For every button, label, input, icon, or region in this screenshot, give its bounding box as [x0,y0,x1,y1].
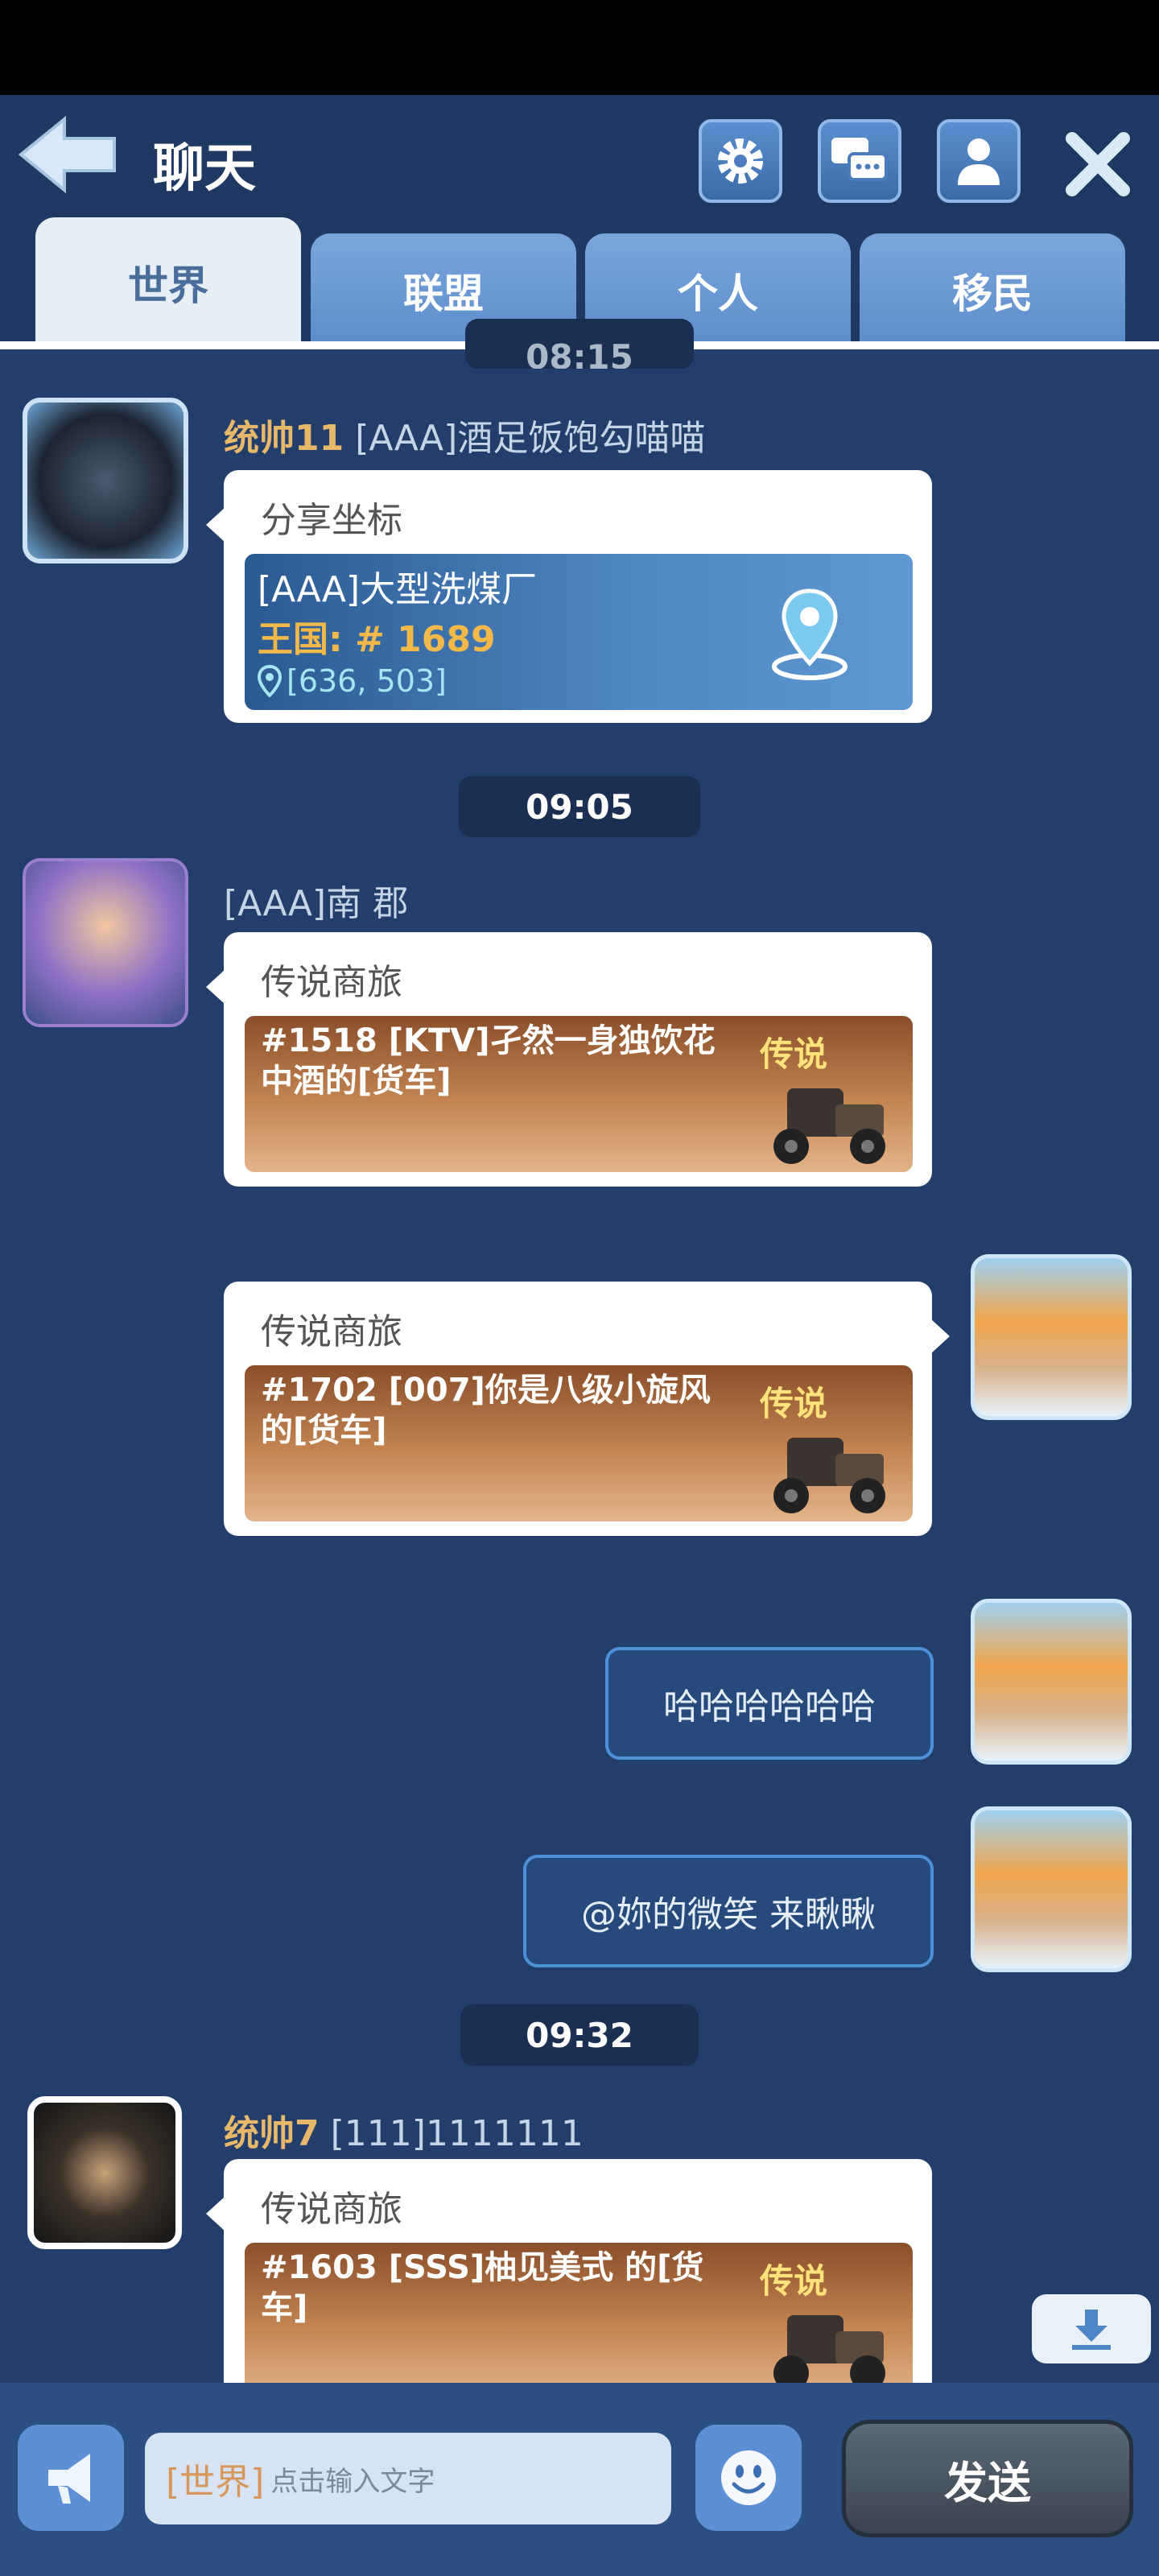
coords-line: [636, 503] [258,663,447,699]
message-input[interactable]: [世界] 点击输入文字 [145,2433,671,2524]
chat-header: 聊天 世界 联盟 个人 移民 [0,95,1159,348]
legend-badge: 传说 [760,1384,828,1423]
avatar[interactable] [971,1806,1132,1972]
channel-prefix: [世界] [166,2462,265,2503]
avatar[interactable] [971,1599,1132,1765]
timestamp-partial: 08:15 [465,319,694,369]
kingdom-line: 王国: # 1689 [258,619,496,660]
close-icon[interactable] [1061,127,1135,201]
page-title: 聊天 [153,139,256,199]
card-title: 传说商旅 [261,962,402,1003]
status-bar [0,0,1159,95]
caravan-card[interactable]: 传说商旅 #1603 [SSS]柚见美式 的[货车] 传说 [206,2159,932,2401]
tab-migration[interactable]: 移民 [860,233,1125,348]
card-title: 传说商旅 [261,1311,402,1352]
card-title: 传说商旅 [261,2189,402,2230]
sender-name: 统帅7 [111]1111111 [224,2113,584,2154]
card-title: 分享坐标 [261,500,402,541]
place-name: [AAA]大型洗煤厂 [258,569,538,610]
avatar[interactable] [971,1254,1132,1420]
person-icon [958,138,1000,185]
truck-icon [773,1088,885,1164]
caravan-link[interactable]: #1518 [KTV]孑然一身独饮花中酒的[货车] 传说 [245,1016,913,1172]
coordinate-card[interactable]: 分享坐标 [AAA]大型洗煤厂 王国: # 1689 [636, 503] [206,470,932,723]
send-button[interactable]: 发送 [842,2420,1133,2537]
chat-bubbles-icon [831,138,888,181]
emoji-button[interactable] [695,2425,802,2531]
avatar[interactable] [23,858,188,1027]
truck-icon [773,1438,885,1513]
caravan-card[interactable]: 传说商旅 #1518 [KTV]孑然一身独饮花中酒的[货车] 传说 [206,932,932,1187]
map-pin-icon [258,665,282,697]
caravan-link[interactable]: #1603 [SSS]柚见美式 的[货车] 传说 [245,2243,913,2399]
back-arrow-icon[interactable] [16,114,121,195]
truck-icon [773,2315,885,2391]
caravan-link[interactable]: #1702 [007]你是八级小旋风 的[货车] 传说 [245,1365,913,1521]
avatar[interactable] [27,2096,182,2249]
input-placeholder: 点击输入文字 [270,2465,435,2498]
timestamp: 09:05 [459,776,700,837]
scroll-to-bottom-button[interactable] [1032,2294,1151,2363]
chat-bubble[interactable]: @妳的微笑 来瞅瞅 [523,1855,934,1967]
caravan-card[interactable]: 传说商旅 #1702 [007]你是八级小旋风 的[货车] 传说 [224,1282,950,1536]
megaphone-icon [48,2454,90,2504]
legend-badge: 传说 [760,2261,828,2301]
gear-icon [718,138,763,184]
profile-button[interactable] [937,119,1021,203]
chat-list-button[interactable] [818,119,901,203]
chat-bubble[interactable]: 哈哈哈哈哈哈 [605,1647,934,1760]
download-icon [1072,2310,1111,2350]
sender-name: [AAA]南 郡 [224,883,409,924]
caravan-text: #1702 [007]你是八级小旋风 的[货车] [261,1372,711,1449]
location-marker-icon [772,588,848,680]
input-bar: [世界] 点击输入文字 发送 [0,2383,1159,2576]
settings-button[interactable] [699,119,782,203]
broadcast-button[interactable] [18,2425,124,2531]
caravan-text: #1603 [SSS]柚见美式 的[货车] [261,2249,704,2326]
caravan-text: #1518 [KTV]孑然一身独饮花中酒的[货车] [261,1022,716,1100]
avatar[interactable] [23,398,188,564]
timestamp: 09:32 [460,2004,699,2066]
sender-name: 统帅11 [AAA]酒足饭饱勾喵喵 [224,418,706,459]
legend-badge: 传说 [760,1034,828,1074]
smiley-icon [721,2450,776,2505]
coordinate-link[interactable]: [AAA]大型洗煤厂 王国: # 1689 [636, 503] [245,554,913,710]
tab-world[interactable]: 世界 [35,217,301,348]
